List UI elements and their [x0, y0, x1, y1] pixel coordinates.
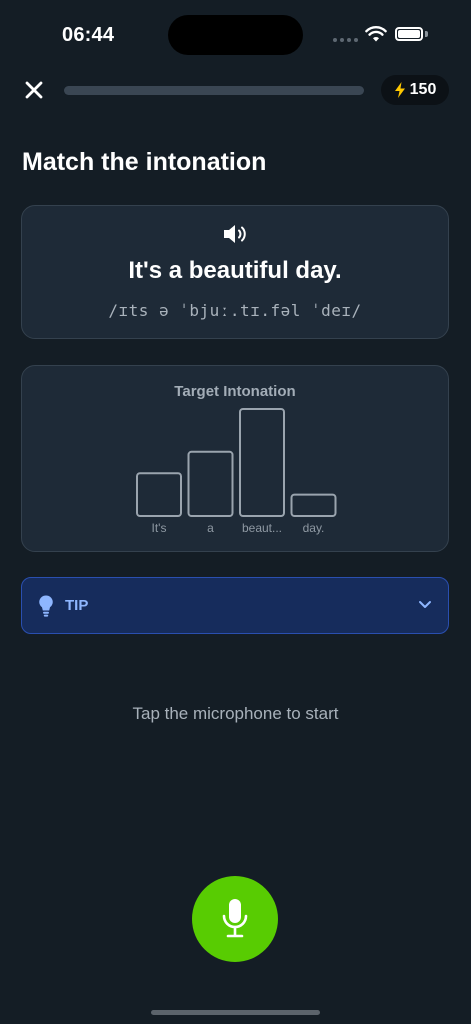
chevron-down-icon — [419, 601, 431, 608]
lightning-icon — [394, 82, 405, 98]
instruction-text: Tap the microphone to start — [132, 704, 339, 723]
status-time: 06:44 — [62, 24, 115, 46]
speaker-icon[interactable] — [222, 222, 250, 246]
intonation-bar-0 — [136, 472, 182, 517]
intonation-bar-1 — [187, 450, 234, 517]
xp-count: 150 — [409, 81, 437, 98]
xp-badge: 150 — [381, 75, 449, 105]
phrase-card: It's a beautiful day. /ɪts ə ˈbjuː.tɪ.fə… — [21, 205, 449, 339]
intonation-bar-label-3: day. — [303, 521, 325, 535]
tip-label: TIP — [65, 597, 89, 614]
battery-tip — [425, 31, 428, 37]
microphone-button[interactable] — [192, 876, 278, 962]
intonation-chart: It's a beaut... day. — [136, 408, 337, 535]
phrase-ipa: /ɪts ə ˈbjuː.tɪ.fəl ˈdeɪ/ — [108, 301, 362, 320]
home-indicator — [151, 1010, 320, 1015]
lightbulb-icon — [39, 594, 53, 617]
wifi-icon — [365, 26, 387, 42]
intonation-bar-3 — [290, 493, 337, 518]
microphone-icon — [222, 899, 248, 938]
target-intonation-card: Target Intonation It's a beaut... day. — [21, 365, 449, 552]
lesson-progress-bar — [64, 86, 364, 95]
close-button[interactable] — [22, 78, 46, 102]
page-title: Match the intonation — [22, 148, 267, 176]
intonation-bar-2 — [239, 408, 285, 517]
intonation-bar-label-2: beaut... — [242, 521, 282, 535]
intonation-bar-label-1: a — [207, 521, 214, 535]
battery-icon — [395, 27, 423, 41]
close-icon — [25, 81, 43, 99]
dynamic-island — [168, 15, 303, 55]
cellular-signal-icon — [333, 38, 358, 42]
intonation-bar-label-0: It's — [152, 521, 167, 535]
phrase-text: It's a beautiful day. — [128, 257, 342, 284]
tip-expander[interactable]: TIP — [21, 577, 449, 634]
